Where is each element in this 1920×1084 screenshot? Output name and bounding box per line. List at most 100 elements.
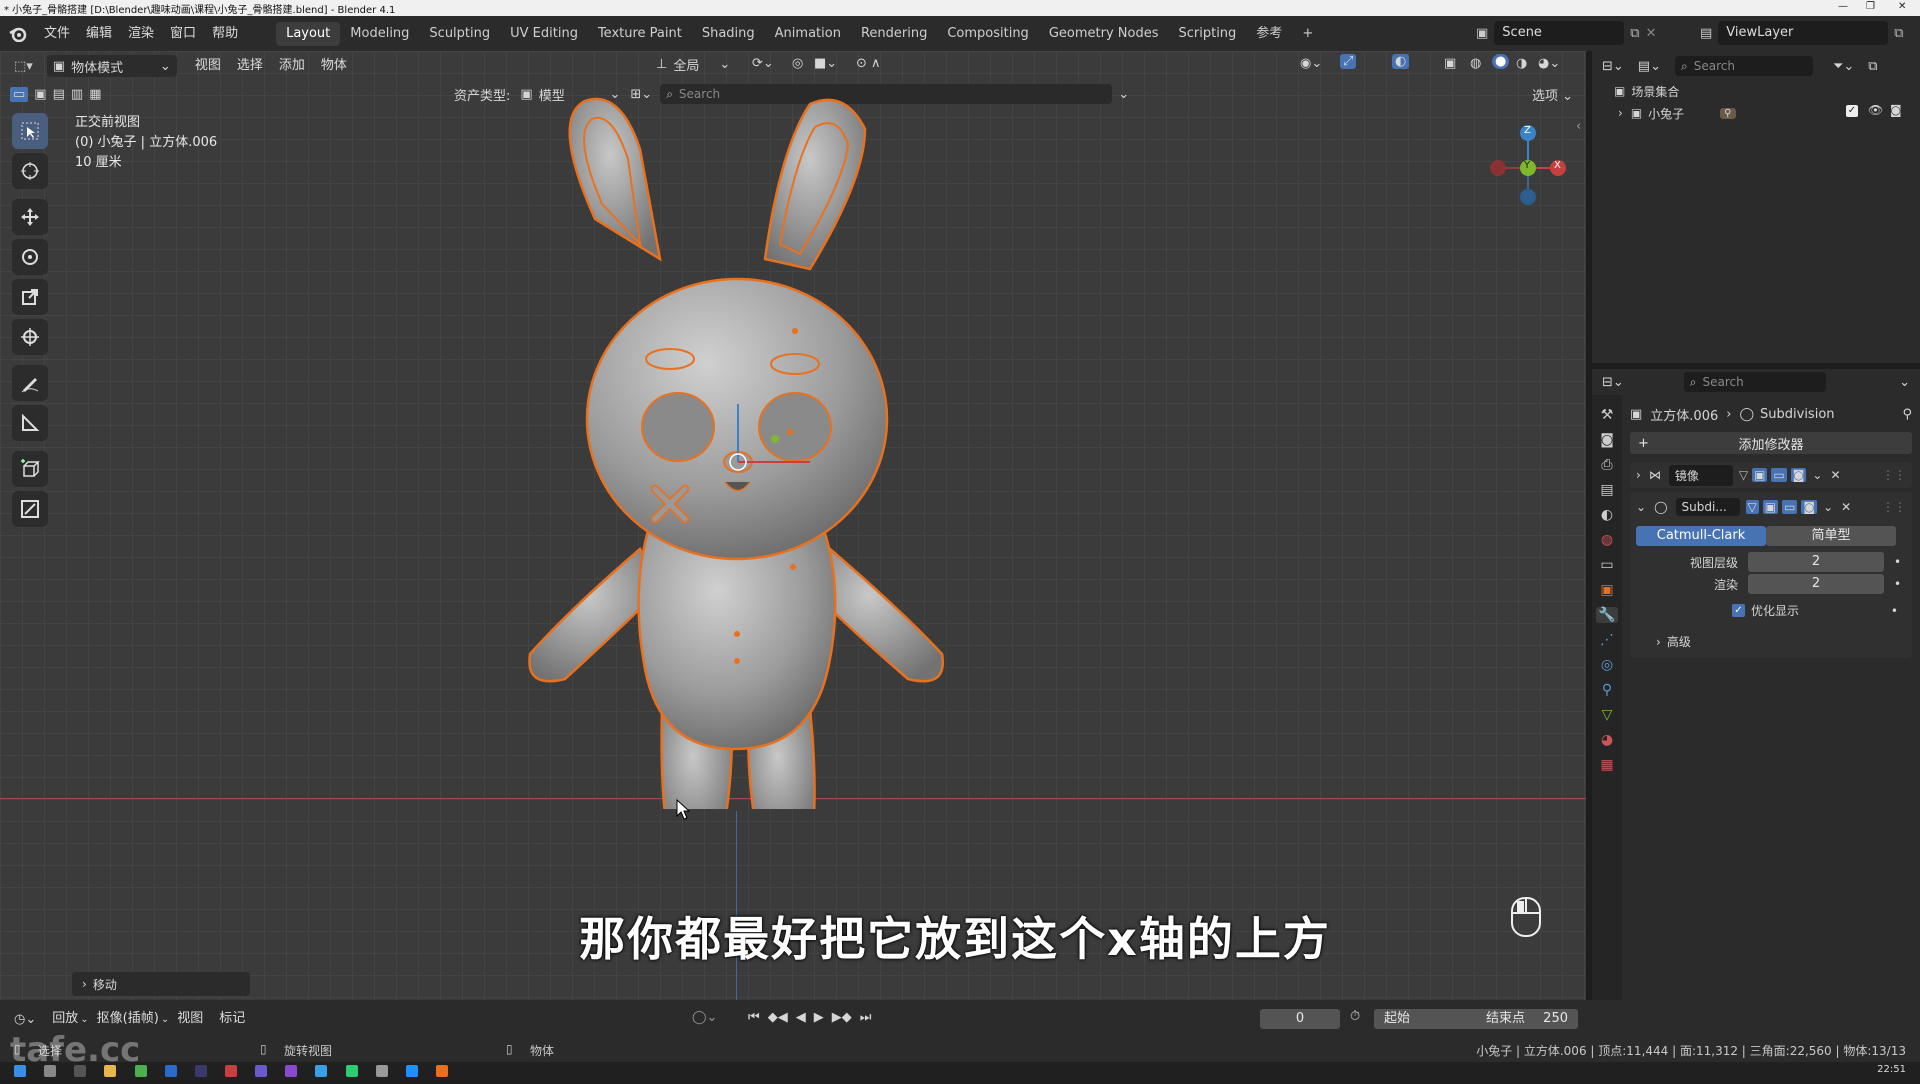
select-intersect-icon[interactable]: ▦ bbox=[89, 87, 101, 102]
tab-reference[interactable]: 参考 bbox=[1246, 22, 1292, 46]
render-toggle-icon[interactable]: ◙ bbox=[1801, 500, 1818, 514]
render-toggle-icon[interactable]: ◙ bbox=[1790, 468, 1807, 482]
delete-modifier-icon[interactable]: ✕ bbox=[1841, 500, 1851, 514]
drag-handle-icon[interactable]: ⋮⋮ bbox=[1882, 500, 1906, 514]
physics-tab-icon[interactable]: ◎ bbox=[1601, 657, 1613, 673]
chevron-right-icon[interactable]: › bbox=[1618, 106, 1623, 120]
modifier-tab-icon[interactable]: 🔧 bbox=[1596, 607, 1618, 623]
select-tool-icon[interactable] bbox=[12, 113, 48, 149]
tab-shading[interactable]: Shading bbox=[692, 22, 765, 46]
illustrator-icon[interactable] bbox=[224, 1065, 237, 1077]
start-icon[interactable] bbox=[14, 1065, 26, 1077]
mode-dropdown[interactable]: ▣ 物体模式 ⌄ bbox=[46, 55, 177, 77]
tab-rendering[interactable]: Rendering bbox=[851, 22, 937, 46]
menu-window[interactable]: 窗口 bbox=[162, 22, 204, 46]
pivot-icon[interactable]: ⟳⌄ bbox=[752, 56, 774, 71]
redo-panel[interactable]: › 移动 bbox=[72, 972, 250, 996]
visibility-icon[interactable]: ◉⌄ bbox=[1300, 56, 1322, 71]
rotate-tool-icon[interactable] bbox=[12, 239, 48, 275]
menu-render[interactable]: 渲染 bbox=[120, 22, 162, 46]
world-tab-icon[interactable]: ◍ bbox=[1601, 532, 1613, 548]
drag-handle-icon[interactable]: ⋮⋮ bbox=[1882, 468, 1906, 482]
advanced-section[interactable]: › 高级 bbox=[1636, 633, 1906, 650]
constraints-tab-icon[interactable]: ⚲ bbox=[1602, 682, 1612, 698]
modifier-name-field[interactable]: 镜像 bbox=[1668, 464, 1733, 486]
end-frame-field[interactable]: 结束点 250 bbox=[1476, 1009, 1578, 1029]
data-tab-icon[interactable]: ▽ bbox=[1602, 707, 1613, 723]
add-modifier-button[interactable]: + 添加修改器 bbox=[1630, 432, 1912, 454]
chevron-down-icon[interactable]: ⌄ bbox=[1823, 500, 1833, 514]
rendered-shading-icon[interactable]: ◕⌄ bbox=[1538, 56, 1560, 71]
filter-icon[interactable]: ⏷⌄ bbox=[1833, 59, 1854, 74]
material-tab-icon[interactable]: ◕ bbox=[1601, 732, 1613, 748]
scene-tab-icon[interactable]: ◐ bbox=[1601, 507, 1613, 523]
overlay-toggle-icon[interactable]: ◐ bbox=[1392, 54, 1410, 69]
remove-scene-icon[interactable]: ✕ bbox=[1646, 26, 1657, 41]
scene-icon[interactable]: ▣ bbox=[1476, 26, 1488, 41]
wireframe-shading-icon[interactable]: ◍ bbox=[1470, 56, 1481, 71]
view-layer-field[interactable]: ViewLayer bbox=[1718, 21, 1889, 45]
jump-end-icon[interactable]: ⏭ bbox=[860, 1010, 872, 1025]
premiere-icon[interactable] bbox=[285, 1065, 298, 1077]
modifier-name-field[interactable]: Subdi... bbox=[1675, 498, 1740, 516]
wechat-icon[interactable] bbox=[345, 1065, 358, 1077]
editor-type-icon[interactable]: ⬚▾ bbox=[14, 59, 33, 74]
tab-layout[interactable]: Layout bbox=[276, 21, 341, 46]
select-box-icon[interactable]: ▭ bbox=[10, 86, 29, 102]
new-view-layer-icon[interactable]: ⧉ bbox=[1894, 26, 1903, 41]
keyframe-dot-icon[interactable]: • bbox=[1891, 604, 1906, 618]
on-cage-icon[interactable]: ▣ bbox=[1752, 468, 1768, 482]
play-icon[interactable]: ▶ bbox=[814, 1010, 824, 1025]
view-layer-tab-icon[interactable]: ▤ bbox=[1600, 482, 1613, 498]
chevron-down-icon[interactable]: ⌄ bbox=[1812, 468, 1822, 482]
gizmo-toggle-icon[interactable]: ⤢ bbox=[1340, 54, 1357, 69]
vp-menu-object[interactable]: 物体 bbox=[313, 54, 355, 78]
keyframe-dot-icon[interactable]: • bbox=[1894, 577, 1901, 591]
app2-icon[interactable] bbox=[315, 1065, 328, 1077]
menu-edit[interactable]: 编辑 bbox=[78, 22, 120, 46]
annotate-tool-icon[interactable] bbox=[12, 365, 48, 401]
preview-range-icon[interactable]: ⏱ bbox=[1350, 1009, 1360, 1024]
viewport-toggle-icon[interactable]: ▭ bbox=[1771, 468, 1787, 482]
add-cube-tool-icon[interactable] bbox=[12, 451, 48, 487]
simple-button[interactable]: 简单型 bbox=[1766, 526, 1896, 546]
app3-icon[interactable] bbox=[375, 1065, 388, 1077]
new-scene-icon[interactable]: ⧉ bbox=[1630, 26, 1639, 41]
scene-field[interactable]: Scene bbox=[1494, 21, 1625, 45]
include-checkbox[interactable]: ✓ bbox=[1846, 105, 1858, 117]
object-tab-icon[interactable]: ▣ bbox=[1600, 582, 1613, 598]
xray-icon[interactable]: ▣ bbox=[1444, 56, 1456, 71]
prev-keyframe-icon[interactable]: ◆◀ bbox=[768, 1010, 788, 1025]
measure-tool-icon[interactable] bbox=[12, 405, 48, 441]
vp-menu-select[interactable]: 选择 bbox=[229, 54, 271, 78]
menu-file[interactable]: 文件 bbox=[36, 22, 78, 46]
navigation-gizmo[interactable]: Z Y X bbox=[1480, 121, 1570, 211]
subdivision-header[interactable]: ⌄ ◯ Subdi... ▽ ▣ ▭ ◙ ⌄ ✕ ⋮⋮ bbox=[1636, 496, 1906, 518]
delete-modifier-icon[interactable]: ✕ bbox=[1830, 468, 1840, 482]
chevron-down-icon[interactable]: ⌄ bbox=[1899, 375, 1910, 390]
scale-tool-icon[interactable] bbox=[12, 279, 48, 315]
app4-icon[interactable] bbox=[405, 1065, 418, 1077]
options-dropdown[interactable]: 选项 ⌄ bbox=[1532, 85, 1573, 104]
material-shading-icon[interactable]: ◑ bbox=[1516, 56, 1527, 71]
add-workspace-icon[interactable]: + bbox=[1292, 22, 1323, 46]
tab-geometry-nodes[interactable]: Geometry Nodes bbox=[1039, 22, 1169, 46]
move-tool-icon[interactable] bbox=[12, 199, 48, 235]
image-tool-icon[interactable] bbox=[12, 491, 48, 527]
viewport-levels-field[interactable]: 2 bbox=[1748, 552, 1884, 572]
scene-collection-row[interactable]: ▣ 场景集合 bbox=[1592, 81, 1920, 101]
viewport-toggle-icon[interactable]: ▭ bbox=[1782, 500, 1798, 514]
cursor-tool-icon[interactable] bbox=[12, 153, 48, 189]
close-icon[interactable]: ✕ bbox=[1898, 1, 1906, 12]
minimize-icon[interactable]: — bbox=[1838, 1, 1848, 12]
transform-orientation-dropdown[interactable]: ⊥ 全局 ⌄ bbox=[656, 55, 730, 74]
photoshop-icon[interactable] bbox=[194, 1065, 207, 1077]
render-levels-field[interactable]: 2 bbox=[1748, 574, 1884, 594]
blender-taskbar-icon[interactable] bbox=[435, 1065, 448, 1077]
transform-tool-icon[interactable] bbox=[12, 319, 48, 355]
eye-icon[interactable]: 👁 bbox=[1868, 103, 1883, 117]
bunny-model[interactable] bbox=[510, 89, 960, 809]
render-tab-icon[interactable]: ◙ bbox=[1600, 432, 1614, 448]
modifier-mirror[interactable]: › ⋈ 镜像 ▽ ▣ ▭ ◙ ⌄ ✕ ⋮⋮ bbox=[1630, 462, 1912, 488]
current-frame-field[interactable]: 0 bbox=[1260, 1009, 1340, 1029]
